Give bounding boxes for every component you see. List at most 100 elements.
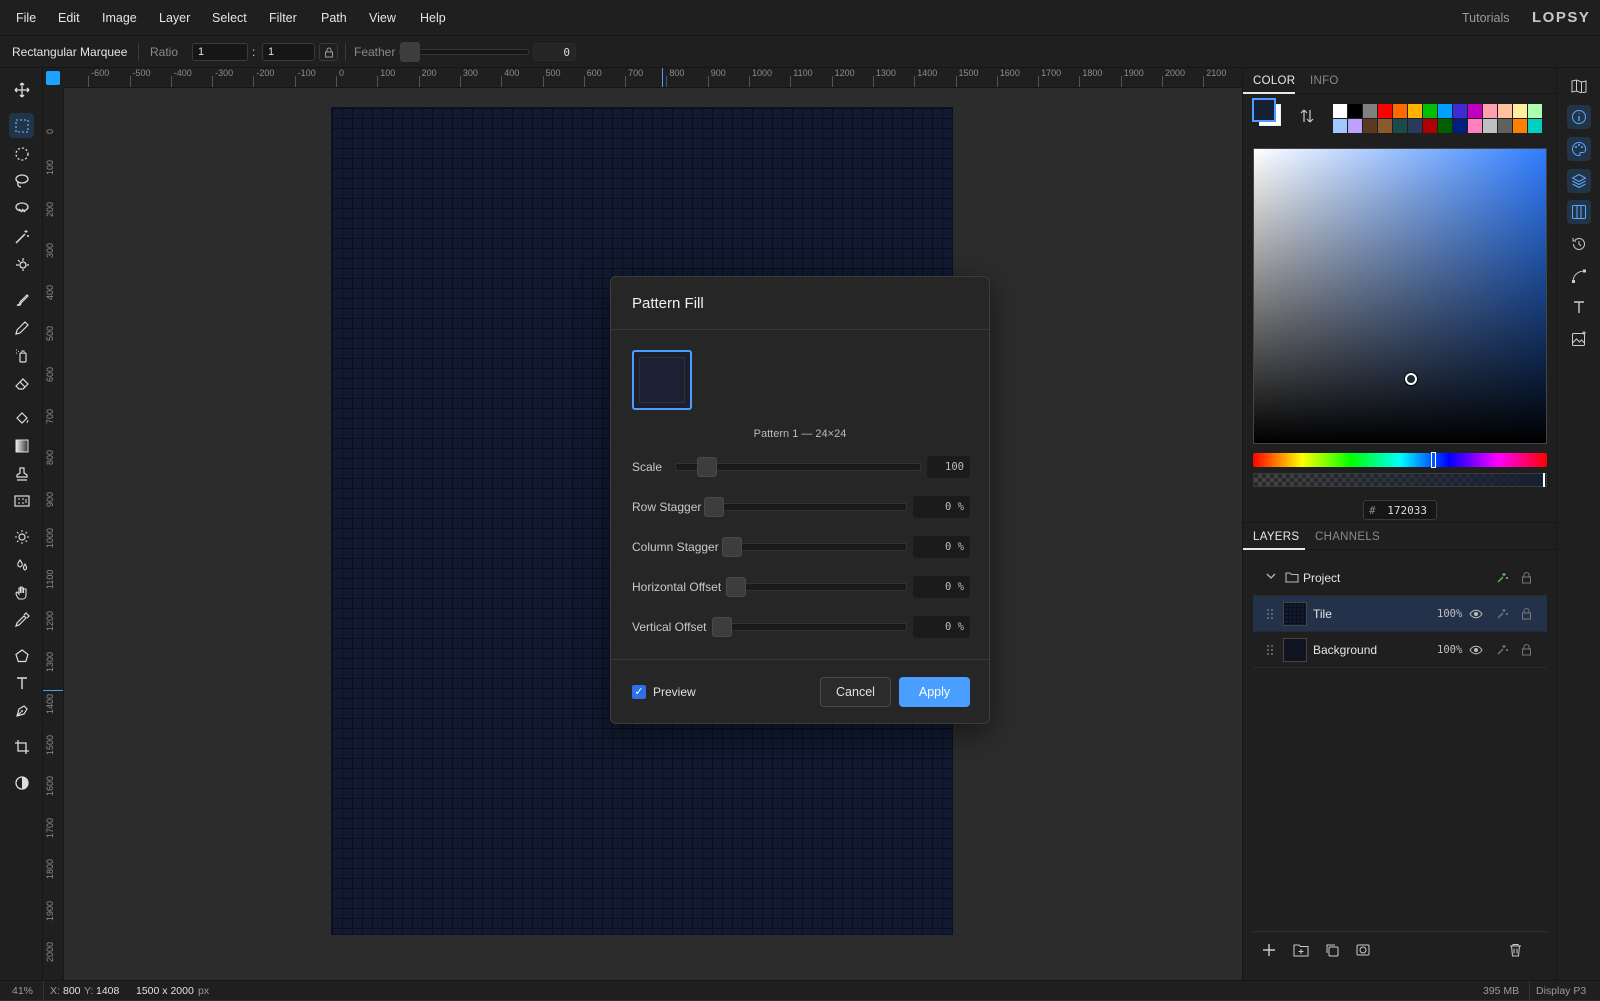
gradient-tool[interactable] <box>9 433 34 458</box>
hue-slider[interactable] <box>1253 452 1547 468</box>
blur-tool[interactable] <box>9 552 34 577</box>
zoom-level[interactable]: 41% <box>12 985 33 997</box>
layer-row-background[interactable]: Background 100% <box>1253 632 1547 668</box>
text-tool[interactable] <box>9 670 34 695</box>
ratio-width-input[interactable]: 1 <box>192 43 248 61</box>
palette-swatch[interactable] <box>1438 119 1452 133</box>
ratio-lock-button[interactable] <box>319 43 338 61</box>
vertical-offset-slider[interactable] <box>712 623 907 631</box>
layer-mask-icon[interactable] <box>1356 943 1370 957</box>
menu-select[interactable]: Select <box>212 11 247 25</box>
palette-swatch[interactable] <box>1513 119 1527 133</box>
drag-handle-icon[interactable] <box>1267 644 1273 656</box>
spray-tool[interactable] <box>9 342 34 367</box>
alpha-slider-handle[interactable] <box>1543 473 1545 487</box>
menu-layer[interactable]: Layer <box>159 11 190 25</box>
add-layer-icon[interactable] <box>1262 943 1276 957</box>
new-group-icon[interactable] <box>1293 943 1309 957</box>
color-picker-field[interactable] <box>1253 148 1547 444</box>
palette-swatch[interactable] <box>1528 104 1542 118</box>
alpha-slider[interactable] <box>1253 473 1547 487</box>
palette-swatch[interactable] <box>1348 104 1362 118</box>
palette-swatch[interactable] <box>1363 104 1377 118</box>
column-stagger-slider[interactable] <box>722 543 907 551</box>
tab-color[interactable]: COLOR <box>1253 75 1295 87</box>
horizontal-offset-slider[interactable] <box>726 583 907 591</box>
palette-swatch[interactable] <box>1393 119 1407 133</box>
preview-checkbox[interactable]: ✓ <box>632 685 646 699</box>
crop-tool[interactable] <box>9 734 34 759</box>
elliptical-marquee-tool[interactable] <box>9 141 34 166</box>
row-stagger-slider[interactable] <box>704 503 907 511</box>
palette-swatch[interactable] <box>1528 119 1542 133</box>
duplicate-layer-icon[interactable] <box>1325 943 1339 957</box>
navigator-button[interactable] <box>1567 74 1591 98</box>
move-tool[interactable] <box>9 77 34 102</box>
layer-group-row[interactable]: Project <box>1253 560 1547 596</box>
palette-swatch[interactable] <box>1393 104 1407 118</box>
palette-swatch[interactable] <box>1408 119 1422 133</box>
row-stagger-slider-knob[interactable] <box>704 497 724 517</box>
palette-swatch[interactable] <box>1438 104 1452 118</box>
fx-sparkle-icon[interactable] <box>1495 643 1509 657</box>
drag-handle-icon[interactable] <box>1267 608 1273 620</box>
pattern-tool[interactable] <box>9 488 34 513</box>
menu-edit[interactable]: Edit <box>58 11 80 25</box>
foreground-color-swatch[interactable] <box>1252 98 1276 122</box>
brush-tool[interactable] <box>9 287 34 312</box>
color-picker-cursor[interactable] <box>1405 373 1417 385</box>
mask-mode-toggle[interactable] <box>9 770 34 795</box>
menu-path[interactable]: Path <box>321 11 347 25</box>
stamp-tool[interactable] <box>9 461 34 486</box>
lock-icon[interactable] <box>1521 571 1532 584</box>
fx-sparkle-icon[interactable] <box>1495 571 1509 585</box>
preview-label[interactable]: Preview <box>653 685 696 699</box>
layer-row-tile[interactable]: Tile 100% <box>1253 596 1547 632</box>
layer-opacity[interactable]: 100% <box>1437 608 1462 620</box>
row-stagger-value[interactable]: 0 % <box>913 496 970 518</box>
menu-file[interactable]: File <box>16 11 36 25</box>
image-panel-button[interactable] <box>1567 327 1591 351</box>
scale-slider-knob[interactable] <box>697 457 717 477</box>
vertical-offset-slider-knob[interactable] <box>712 617 732 637</box>
info-panel-button[interactable] <box>1567 105 1591 129</box>
palette-swatch[interactable] <box>1423 119 1437 133</box>
pencil-tool[interactable] <box>9 315 34 340</box>
channels-panel-button[interactable] <box>1567 200 1591 224</box>
palette-swatch[interactable] <box>1468 104 1482 118</box>
tab-channels[interactable]: CHANNELS <box>1315 531 1380 543</box>
pattern-swatch[interactable] <box>632 350 692 410</box>
column-stagger-value[interactable]: 0 % <box>913 536 970 558</box>
lock-icon[interactable] <box>1521 643 1532 656</box>
palette-swatch[interactable] <box>1498 119 1512 133</box>
magnetic-lasso-tool[interactable] <box>9 196 34 221</box>
character-panel-button[interactable] <box>1567 295 1591 319</box>
ruler-origin-marker[interactable] <box>46 71 60 85</box>
layer-opacity[interactable]: 100% <box>1437 644 1462 656</box>
palette-swatch[interactable] <box>1423 104 1437 118</box>
palette-swatch[interactable] <box>1378 104 1392 118</box>
palette-swatch[interactable] <box>1468 119 1482 133</box>
eraser-tool[interactable] <box>9 370 34 395</box>
eye-icon[interactable] <box>1469 644 1483 656</box>
quick-select-tool[interactable] <box>9 251 34 276</box>
rectangular-marquee-tool[interactable] <box>9 113 34 138</box>
feather-slider-knob[interactable] <box>400 42 420 62</box>
palette-swatch[interactable] <box>1453 104 1467 118</box>
pen-tool[interactable] <box>9 698 34 723</box>
magic-wand-tool[interactable] <box>9 224 34 249</box>
palette-swatch[interactable] <box>1483 119 1497 133</box>
menu-image[interactable]: Image <box>102 11 137 25</box>
eyedropper-tool[interactable] <box>9 607 34 632</box>
polygon-tool[interactable] <box>9 643 34 668</box>
menu-help[interactable]: Help <box>420 11 446 25</box>
palette-swatch[interactable] <box>1408 104 1422 118</box>
trash-icon[interactable] <box>1509 943 1522 957</box>
tutorials-link[interactable]: Tutorials <box>1462 11 1509 25</box>
scale-value[interactable]: 100 <box>927 456 970 478</box>
palette-swatch[interactable] <box>1453 119 1467 133</box>
ratio-height-input[interactable]: 1 <box>262 43 315 61</box>
horizontal-offset-value[interactable]: 0 % <box>913 576 970 598</box>
palette-swatch[interactable] <box>1363 119 1377 133</box>
hue-slider-handle[interactable] <box>1431 452 1436 468</box>
